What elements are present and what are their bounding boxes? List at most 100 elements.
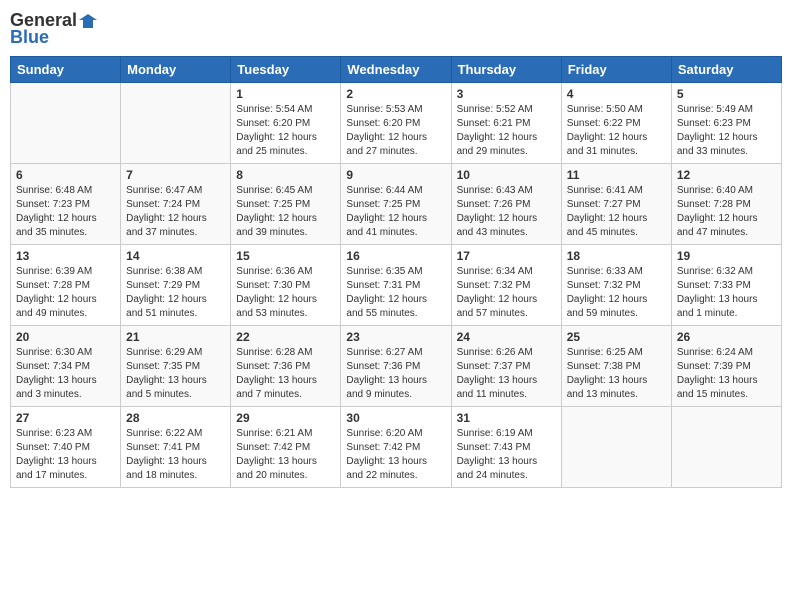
day-number: 3	[457, 87, 556, 101]
day-cell: 26Sunrise: 6:24 AM Sunset: 7:39 PM Dayli…	[671, 326, 781, 407]
day-info: Sunrise: 6:32 AM Sunset: 7:33 PM Dayligh…	[677, 265, 776, 321]
day-info: Sunrise: 6:39 AM Sunset: 7:28 PM Dayligh…	[16, 265, 115, 321]
day-number: 16	[346, 249, 445, 263]
day-cell: 6 Sunrise: 6:48 AM Sunset: 7:23 PM Daylig…	[11, 164, 121, 245]
week-row-2: 6 Sunrise: 6:48 AM Sunset: 7:23 PM Daylig…	[11, 164, 782, 245]
weekday-header-monday: Monday	[121, 57, 231, 83]
day-number: 15	[236, 249, 335, 263]
week-row-5: 27 Sunrise: 6:23 AM Sunset: 7:40 PM Dayli…	[11, 407, 782, 488]
week-row-4: 20Sunrise: 6:30 AM Sunset: 7:34 PM Dayli…	[11, 326, 782, 407]
day-cell: 23Sunrise: 6:27 AM Sunset: 7:36 PM Dayli…	[341, 326, 451, 407]
day-cell: 16 Sunrise: 6:35 AM Sunset: 7:31 PM Dayli…	[341, 245, 451, 326]
day-number: 14	[126, 249, 225, 263]
day-number: 22	[236, 330, 335, 344]
day-cell: 9 Sunrise: 6:44 AM Sunset: 7:25 PM Daylig…	[341, 164, 451, 245]
day-number: 20	[16, 330, 115, 344]
day-info: Sunrise: 6:22 AM Sunset: 7:41 PM Dayligh…	[126, 427, 225, 483]
day-cell: 22 Sunrise: 6:28 AM Sunset: 7:36 PM Dayli…	[231, 326, 341, 407]
day-cell: 2 Sunrise: 5:53 AM Sunset: 6:20 PM Daylig…	[341, 83, 451, 164]
day-number: 6	[16, 168, 115, 182]
day-info: Sunrise: 6:44 AM Sunset: 7:25 PM Dayligh…	[346, 184, 445, 240]
day-info: Sunrise: 6:20 AM Sunset: 7:42 PM Dayligh…	[346, 427, 445, 483]
day-cell: 1Sunrise: 5:54 AM Sunset: 6:20 PM Daylig…	[231, 83, 341, 164]
day-cell: 21 Sunrise: 6:29 AM Sunset: 7:35 PM Dayli…	[121, 326, 231, 407]
day-info: Sunrise: 6:33 AM Sunset: 7:32 PM Dayligh…	[567, 265, 666, 321]
day-cell	[11, 83, 121, 164]
day-cell: 7 Sunrise: 6:47 AM Sunset: 7:24 PM Daylig…	[121, 164, 231, 245]
day-cell	[561, 407, 671, 488]
day-info: Sunrise: 6:29 AM Sunset: 7:35 PM Dayligh…	[126, 346, 225, 402]
day-info: Sunrise: 6:21 AM Sunset: 7:42 PM Dayligh…	[236, 427, 335, 483]
day-cell	[671, 407, 781, 488]
logo-blue-text: Blue	[10, 27, 49, 48]
day-number: 10	[457, 168, 556, 182]
day-number: 9	[346, 168, 445, 182]
day-info: Sunrise: 5:54 AM Sunset: 6:20 PM Dayligh…	[236, 103, 335, 159]
day-number: 30	[346, 411, 445, 425]
weekday-header-wednesday: Wednesday	[341, 57, 451, 83]
day-number: 19	[677, 249, 776, 263]
day-number: 17	[457, 249, 556, 263]
day-cell: 12 Sunrise: 6:40 AM Sunset: 7:28 PM Dayli…	[671, 164, 781, 245]
day-info: Sunrise: 6:23 AM Sunset: 7:40 PM Dayligh…	[16, 427, 115, 483]
day-cell: 19 Sunrise: 6:32 AM Sunset: 7:33 PM Dayli…	[671, 245, 781, 326]
day-cell: 11 Sunrise: 6:41 AM Sunset: 7:27 PM Dayli…	[561, 164, 671, 245]
day-cell: 25 Sunrise: 6:25 AM Sunset: 7:38 PM Dayli…	[561, 326, 671, 407]
day-number: 13	[16, 249, 115, 263]
day-cell: 29 Sunrise: 6:21 AM Sunset: 7:42 PM Dayli…	[231, 407, 341, 488]
day-number: 12	[677, 168, 776, 182]
day-info: Sunrise: 6:28 AM Sunset: 7:36 PM Dayligh…	[236, 346, 335, 402]
day-info: Sunrise: 6:25 AM Sunset: 7:38 PM Dayligh…	[567, 346, 666, 402]
day-number: 28	[126, 411, 225, 425]
day-info: Sunrise: 6:26 AM Sunset: 7:37 PM Dayligh…	[457, 346, 556, 402]
day-number: 2	[346, 87, 445, 101]
day-number: 18	[567, 249, 666, 263]
day-number: 11	[567, 168, 666, 182]
day-info: Sunrise: 5:49 AM Sunset: 6:23 PM Dayligh…	[677, 103, 776, 159]
day-number: 26	[677, 330, 776, 344]
day-info: Sunrise: 6:34 AM Sunset: 7:32 PM Dayligh…	[457, 265, 556, 321]
day-number: 24	[457, 330, 556, 344]
day-cell: 4Sunrise: 5:50 AM Sunset: 6:22 PM Daylig…	[561, 83, 671, 164]
day-number: 21	[126, 330, 225, 344]
day-info: Sunrise: 6:41 AM Sunset: 7:27 PM Dayligh…	[567, 184, 666, 240]
day-cell: 15 Sunrise: 6:36 AM Sunset: 7:30 PM Dayli…	[231, 245, 341, 326]
weekday-header-sunday: Sunday	[11, 57, 121, 83]
day-number: 31	[457, 411, 556, 425]
day-number: 29	[236, 411, 335, 425]
weekday-header-friday: Friday	[561, 57, 671, 83]
day-cell: 13 Sunrise: 6:39 AM Sunset: 7:28 PM Dayli…	[11, 245, 121, 326]
day-info: Sunrise: 6:40 AM Sunset: 7:28 PM Dayligh…	[677, 184, 776, 240]
weekday-header-tuesday: Tuesday	[231, 57, 341, 83]
day-cell: 17 Sunrise: 6:34 AM Sunset: 7:32 PM Dayli…	[451, 245, 561, 326]
day-cell: 27 Sunrise: 6:23 AM Sunset: 7:40 PM Dayli…	[11, 407, 121, 488]
day-cell: 30 Sunrise: 6:20 AM Sunset: 7:42 PM Dayli…	[341, 407, 451, 488]
day-cell: 24 Sunrise: 6:26 AM Sunset: 7:37 PM Dayli…	[451, 326, 561, 407]
header: General Blue	[10, 10, 782, 48]
day-info: Sunrise: 6:47 AM Sunset: 7:24 PM Dayligh…	[126, 184, 225, 240]
day-cell: 8Sunrise: 6:45 AM Sunset: 7:25 PM Daylig…	[231, 164, 341, 245]
calendar: SundayMondayTuesdayWednesdayThursdayFrid…	[10, 56, 782, 488]
weekday-header-saturday: Saturday	[671, 57, 781, 83]
weekday-header-thursday: Thursday	[451, 57, 561, 83]
day-cell: 18 Sunrise: 6:33 AM Sunset: 7:32 PM Dayli…	[561, 245, 671, 326]
day-number: 23	[346, 330, 445, 344]
day-info: Sunrise: 6:45 AM Sunset: 7:25 PM Dayligh…	[236, 184, 335, 240]
logo-bird-icon	[79, 12, 97, 30]
day-info: Sunrise: 6:36 AM Sunset: 7:30 PM Dayligh…	[236, 265, 335, 321]
day-info: Sunrise: 5:52 AM Sunset: 6:21 PM Dayligh…	[457, 103, 556, 159]
week-row-1: 1Sunrise: 5:54 AM Sunset: 6:20 PM Daylig…	[11, 83, 782, 164]
day-number: 27	[16, 411, 115, 425]
day-cell: 14Sunrise: 6:38 AM Sunset: 7:29 PM Dayli…	[121, 245, 231, 326]
day-info: Sunrise: 6:35 AM Sunset: 7:31 PM Dayligh…	[346, 265, 445, 321]
logo: General Blue	[10, 10, 97, 48]
day-info: Sunrise: 6:48 AM Sunset: 7:23 PM Dayligh…	[16, 184, 115, 240]
day-number: 4	[567, 87, 666, 101]
day-number: 25	[567, 330, 666, 344]
day-cell: 20Sunrise: 6:30 AM Sunset: 7:34 PM Dayli…	[11, 326, 121, 407]
day-cell: 3 Sunrise: 5:52 AM Sunset: 6:21 PM Daylig…	[451, 83, 561, 164]
day-number: 5	[677, 87, 776, 101]
day-number: 7	[126, 168, 225, 182]
day-info: Sunrise: 5:53 AM Sunset: 6:20 PM Dayligh…	[346, 103, 445, 159]
day-cell	[121, 83, 231, 164]
